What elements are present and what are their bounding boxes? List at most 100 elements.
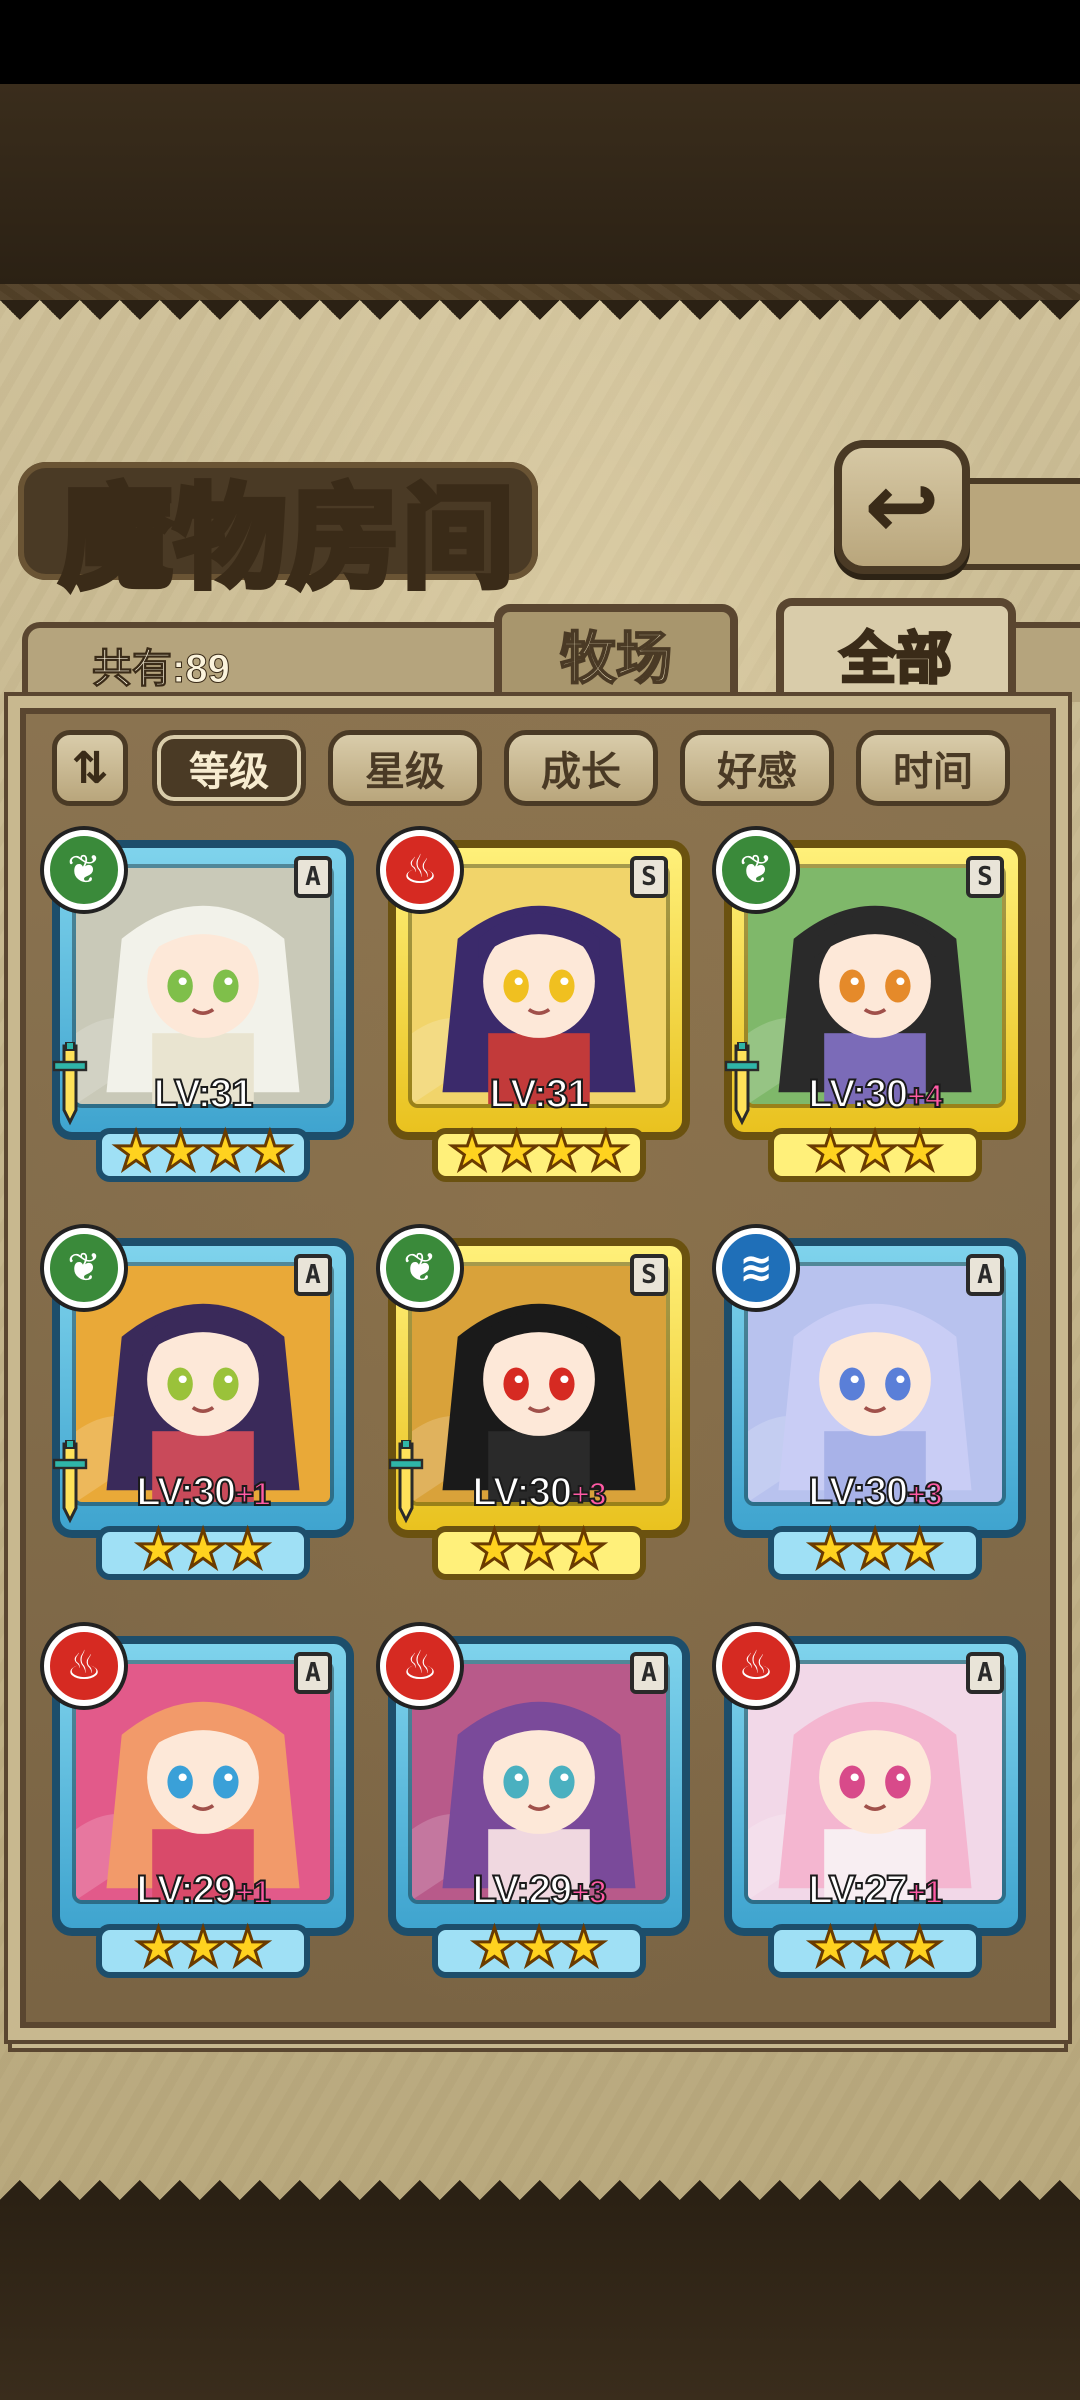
filter-label: 成长 — [541, 749, 621, 795]
page-title: 魔物房间 — [57, 471, 517, 607]
star-icon: ★ — [134, 1520, 184, 1580]
star-rating: ★ ★ ★ — [720, 1920, 1030, 1976]
level-value: LV:30 — [807, 1071, 909, 1117]
star-icon: ★ — [223, 1918, 273, 1978]
tab-rail — [1016, 622, 1080, 702]
status-bar — [0, 0, 1080, 84]
top-map-band — [0, 84, 1080, 284]
level-value: LV:31 — [489, 1071, 591, 1117]
sort-order-toggle[interactable]: ⇅ — [52, 730, 128, 806]
star-rating: ★ ★ ★ — [720, 1124, 1030, 1180]
fire-element-icon: ♨ — [44, 1626, 124, 1706]
monster-level: LV:27+1 — [720, 1867, 1030, 1913]
filter-time-button[interactable]: 时间 — [856, 730, 1010, 806]
monster-card[interactable]: A ❦ LV:31 ★ ★ ★ ★ — [44, 830, 358, 1182]
rank-badge: S — [966, 856, 1004, 898]
monster-level: LV:29+3 — [384, 1867, 694, 1913]
level-bonus: +4 — [906, 1077, 944, 1115]
grass-element-icon: ❦ — [44, 1228, 124, 1308]
rank-badge: A — [294, 1652, 332, 1694]
level-value: LV:29 — [135, 1867, 237, 1913]
star-rating: ★ ★ ★ — [384, 1522, 694, 1578]
parchment-torn-edge-bottom — [0, 2160, 1080, 2200]
grass-element-icon: ❦ — [44, 830, 124, 910]
star-rating: ★ ★ ★ — [384, 1920, 694, 1976]
star-rating: ★ ★ ★ — [48, 1522, 358, 1578]
monster-card[interactable]: A ❦ LV:30+1 ★ ★ ★ — [44, 1228, 358, 1580]
rank-badge: S — [630, 1254, 668, 1296]
fire-element-icon: ♨ — [380, 830, 460, 910]
level-value: LV:31 — [153, 1071, 255, 1117]
filter-growth-button[interactable]: 成长 — [504, 730, 658, 806]
bottom-map-band — [0, 2200, 1080, 2400]
monster-card[interactable]: S ❦ LV:30+4 ★ ★ ★ — [716, 830, 1030, 1182]
monster-level: LV:31 — [384, 1071, 694, 1117]
star-icon: ★ — [470, 1520, 520, 1580]
star-icon: ★ — [559, 1520, 609, 1580]
filter-label: 等级 — [189, 749, 269, 795]
star-icon: ★ — [895, 1918, 945, 1978]
monster-card[interactable]: S ❦ LV:30+3 ★ ★ ★ — [380, 1228, 694, 1580]
monster-level: LV:30+4 — [720, 1071, 1030, 1117]
panel-bottom-border — [8, 2040, 1068, 2052]
level-value: LV:30 — [471, 1469, 573, 1515]
grass-element-icon: ❦ — [716, 830, 796, 910]
rank-badge: A — [966, 1254, 1004, 1296]
star-rating: ★ ★ ★ ★ — [48, 1124, 358, 1180]
filter-level-button[interactable]: 等级 — [152, 730, 306, 806]
grass-element-icon: ❦ — [380, 1228, 460, 1308]
return-arrow-icon: ↩ — [864, 454, 940, 559]
star-icon: ★ — [201, 1122, 251, 1182]
monster-card[interactable]: A ♨ LV:29+1 ★ ★ ★ — [44, 1626, 358, 1978]
monster-level: LV:30+3 — [720, 1469, 1030, 1515]
monster-card[interactable]: S ♨ LV:31 ★ ★ ★ ★ — [380, 830, 694, 1182]
rank-badge: A — [630, 1652, 668, 1694]
rank-badge: A — [294, 856, 332, 898]
monster-card[interactable]: A ♨ LV:27+1 ★ ★ ★ — [716, 1626, 1030, 1978]
star-icon: ★ — [514, 1918, 564, 1978]
monster-card[interactable]: A ≋ LV:30+3 ★ ★ ★ — [716, 1228, 1030, 1580]
monster-count: 共有:89 — [92, 647, 231, 692]
level-value: LV:29 — [471, 1867, 573, 1913]
game-screen: 魔物房间 ↩ 共有:89 牧场 全部 ⇅ 等级 星级 成长 好感 时间 A ❦ LV… — [0, 0, 1080, 2400]
star-icon: ★ — [850, 1520, 900, 1580]
level-bonus: +3 — [570, 1475, 608, 1513]
monster-level: LV:30+1 — [48, 1469, 358, 1515]
monster-card[interactable]: A ♨ LV:29+3 ★ ★ ★ — [380, 1626, 694, 1978]
star-icon: ★ — [895, 1520, 945, 1580]
star-icon: ★ — [895, 1122, 945, 1182]
filter-affection-button[interactable]: 好感 — [680, 730, 834, 806]
tab-ranch[interactable]: 牧场 — [494, 604, 738, 696]
level-value: LV:30 — [135, 1469, 237, 1515]
level-bonus: +3 — [906, 1475, 944, 1513]
star-icon: ★ — [178, 1520, 228, 1580]
fire-element-icon: ♨ — [380, 1626, 460, 1706]
filter-label: 好感 — [717, 749, 797, 795]
back-button[interactable]: ↩ — [842, 448, 962, 566]
star-icon: ★ — [850, 1122, 900, 1182]
star-icon: ★ — [492, 1122, 542, 1182]
tab-all[interactable]: 全部 — [776, 598, 1016, 702]
star-icon: ★ — [156, 1122, 206, 1182]
filter-star-button[interactable]: 星级 — [328, 730, 482, 806]
monster-level: LV:30+3 — [384, 1469, 694, 1515]
star-icon: ★ — [806, 1918, 856, 1978]
filter-label: 星级 — [365, 749, 445, 795]
star-icon: ★ — [806, 1520, 856, 1580]
star-icon: ★ — [134, 1918, 184, 1978]
star-icon: ★ — [245, 1122, 295, 1182]
star-icon: ★ — [178, 1918, 228, 1978]
level-value: LV:30 — [807, 1469, 909, 1515]
monster-level: LV:31 — [48, 1071, 358, 1117]
star-icon: ★ — [850, 1918, 900, 1978]
star-icon: ★ — [806, 1122, 856, 1182]
monster-level: LV:29+1 — [48, 1867, 358, 1913]
level-bonus: +3 — [570, 1873, 608, 1911]
star-icon: ★ — [537, 1122, 587, 1182]
level-bonus: +1 — [906, 1873, 944, 1911]
star-rating: ★ ★ ★ — [48, 1920, 358, 1976]
star-icon: ★ — [470, 1918, 520, 1978]
star-icon: ★ — [447, 1122, 497, 1182]
back-button-rail — [962, 478, 1080, 570]
star-icon: ★ — [581, 1122, 631, 1182]
